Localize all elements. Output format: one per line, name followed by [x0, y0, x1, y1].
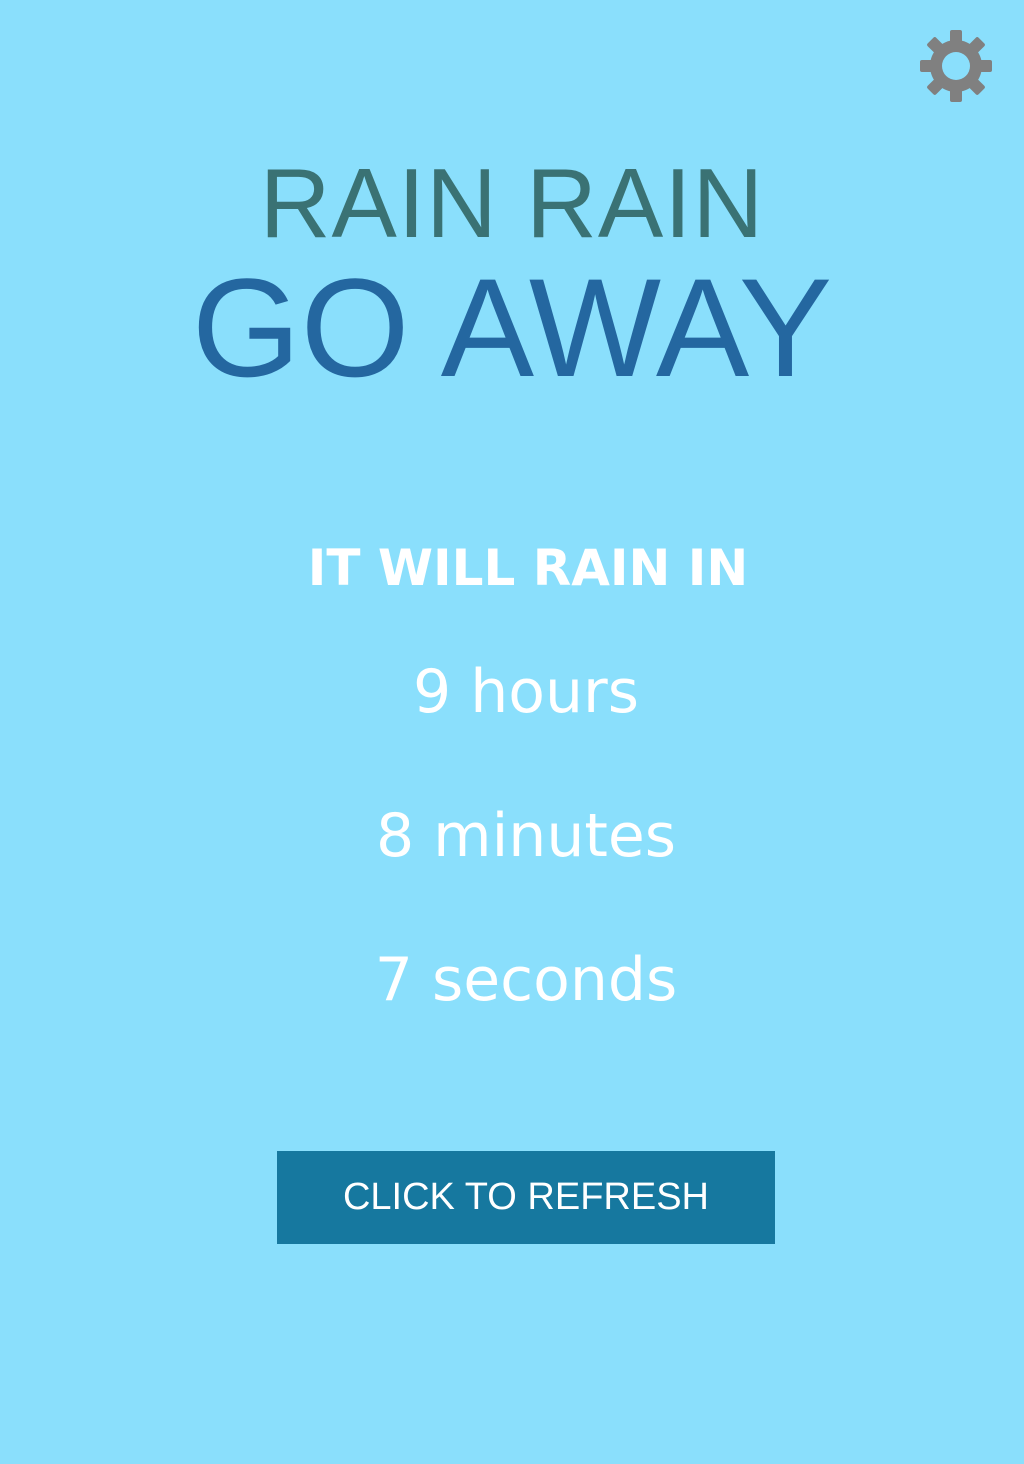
app-title-line1: RAIN RAIN: [259, 148, 765, 258]
settings-gear-icon[interactable]: [918, 28, 994, 104]
app-title-line2: GO AWAY: [191, 249, 833, 406]
countdown-hours: 9 hours: [413, 657, 639, 727]
rain-forecast-heading: IT WILL RAIN IN: [307, 539, 749, 597]
countdown-minutes: 8 minutes: [375, 801, 677, 871]
countdown-seconds: 7 seconds: [374, 945, 678, 1015]
refresh-button[interactable]: CLICK TO REFRESH: [277, 1151, 775, 1244]
gear-icon: [920, 30, 992, 102]
